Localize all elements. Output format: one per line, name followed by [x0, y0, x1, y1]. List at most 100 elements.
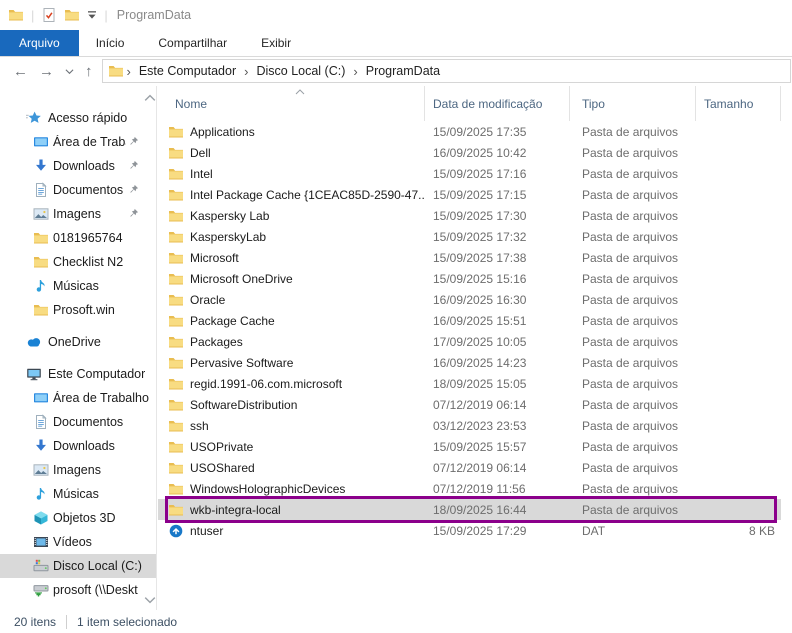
file-row-usoprivate[interactable]: USOPrivate 15/09/2025 15:57 Pasta de arqui…	[158, 436, 781, 457]
forward-icon[interactable]: →	[39, 64, 54, 79]
window-title: ProgramData	[116, 8, 192, 22]
file-type: Pasta de arquivos	[582, 229, 679, 244]
sidebar-item-label: Objetos 3D	[53, 511, 116, 525]
address-folder-icon[interactable]	[108, 63, 124, 79]
file-row-package-cache[interactable]: Package Cache 16/09/2025 15:51 Pasta de ar…	[158, 310, 781, 331]
sidebar-item-label: Checklist N2	[53, 255, 124, 269]
file-name: USOShared	[190, 460, 255, 475]
recent-locations-chevron-icon[interactable]	[65, 68, 74, 75]
sidebar-item-downloads[interactable]: Downloads	[0, 154, 156, 178]
toolbar-separator: |	[104, 7, 108, 23]
sidebar-item-label: Vídeos	[53, 535, 92, 549]
file-type: Pasta de arquivos	[582, 502, 679, 517]
folder-icon	[168, 418, 184, 434]
file-type: Pasta de arquivos	[582, 397, 679, 412]
file-type: DAT	[582, 523, 606, 538]
sidebar-item-m-sicas[interactable]: Músicas	[0, 482, 156, 506]
customize-toolbar-caret-icon[interactable]	[87, 10, 97, 20]
file-row-packages[interactable]: Packages 17/09/2025 10:05 Pasta de arquivo…	[158, 331, 781, 352]
sidebar-section-este-computador[interactable]: Este Computador	[0, 362, 156, 386]
sidebar-item-label: Área de Trabalho	[53, 135, 126, 149]
back-icon[interactable]: ←	[13, 64, 28, 79]
file-name: Microsoft OneDrive	[190, 271, 293, 286]
column-header-nome[interactable]: Nome	[158, 86, 425, 121]
sidebar-item-checklist-n2[interactable]: Checklist N2	[0, 250, 156, 274]
sidebar-item-objetos-3d[interactable]: Objetos 3D	[0, 506, 156, 530]
file-row-wkb-integra-local[interactable]: wkb-integra-local 18/09/2025 16:44 Pasta d…	[158, 496, 781, 523]
folder-icon	[168, 439, 184, 455]
folder-icon	[168, 124, 184, 140]
sidebar-scroll-down-icon[interactable]	[144, 596, 156, 604]
file-name: USOPrivate	[190, 439, 254, 454]
sidebar-item-rea-de-trabalho[interactable]: Área de Trabalho	[0, 386, 156, 410]
file-modified-date: 15/09/2025 15:16	[433, 271, 527, 286]
new-folder-icon[interactable]	[64, 7, 80, 23]
file-row-windowsholographicdevices[interactable]: WindowsHolographicDevices 07/12/2019 11:5…	[158, 478, 781, 499]
folder-icon	[168, 481, 184, 497]
file-row-usoshared[interactable]: USOShared 07/12/2019 06:14 Pasta de arquiv…	[158, 457, 781, 478]
file-row-softwaredistribution[interactable]: SoftwareDistribution 07/12/2019 06:14 Past…	[158, 394, 781, 415]
folder-icon	[33, 302, 49, 318]
file-row-dell[interactable]: Dell 16/09/2025 10:42 Pasta de arquivos	[158, 142, 781, 163]
file-row-kaspersky-lab[interactable]: Kaspersky Lab 15/09/2025 17:30 Pasta de ar…	[158, 205, 781, 226]
file-name: Dell	[190, 145, 211, 160]
column-header-tipo[interactable]: Tipo	[570, 86, 696, 121]
sidebar-item-disco-local-c[interactable]: Disco Local (C:)	[0, 554, 156, 578]
sidebar-item-documentos[interactable]: Documentos	[0, 178, 156, 202]
file-modified-date: 15/09/2025 15:57	[433, 439, 527, 454]
tab-arquivo[interactable]: Arquivo	[0, 30, 79, 56]
sidebar-item-prosoft-deskt[interactable]: prosoft (\\Deskt	[0, 578, 156, 602]
file-row-intel-package-cache-1ceac85d-2590-47[interactable]: Intel Package Cache {1CEAC85D-2590-47...…	[158, 184, 781, 205]
breadcrumb-disco-local-c[interactable]: Disco Local (C:)	[251, 64, 350, 78]
file-name: Packages	[190, 334, 243, 349]
file-row-intel[interactable]: Intel 15/09/2025 17:16 Pasta de arquivos	[158, 163, 781, 184]
sidebar-item-prosoft-win[interactable]: Prosoft.win	[0, 298, 156, 322]
document-icon	[33, 414, 49, 430]
sidebar-section-onedrive[interactable]: OneDrive	[0, 330, 156, 354]
sidebar-item-v-deos[interactable]: Vídeos	[0, 530, 156, 554]
file-row-microsoft[interactable]: Microsoft 15/09/2025 17:38 Pasta de arquiv…	[158, 247, 781, 268]
file-row-ssh[interactable]: ssh 03/12/2023 23:53 Pasta de arquivos	[158, 415, 781, 436]
file-row-applications[interactable]: Applications 15/09/2025 17:35 Pasta de arq…	[158, 121, 781, 142]
sidebar-item-label: Imagens	[53, 207, 101, 221]
folder-icon[interactable]	[8, 7, 24, 23]
sidebar-item-0181965764[interactable]: 0181965764	[0, 226, 156, 250]
address-bar[interactable]: › Este Computador › Disco Local (C:) › P…	[101, 59, 791, 83]
tab-exibir[interactable]: Exibir	[244, 30, 308, 56]
file-row-kasperskylab[interactable]: KasperskyLab 15/09/2025 17:32 Pasta de arq…	[158, 226, 781, 247]
file-modified-date: 07/12/2019 06:14	[433, 397, 527, 412]
file-row-oracle[interactable]: Oracle 16/09/2025 16:30 Pasta de arquivos	[158, 289, 781, 310]
sidebar-item-label: Downloads	[53, 439, 115, 453]
sidebar-item-documentos[interactable]: Documentos	[0, 410, 156, 434]
tab-inicio[interactable]: Início	[79, 30, 142, 56]
sidebar-item-imagens[interactable]: Imagens	[0, 202, 156, 226]
file-row-microsoft-onedrive[interactable]: Microsoft OneDrive 15/09/2025 15:16 Pasta …	[158, 268, 781, 289]
folder-icon	[33, 230, 49, 246]
file-type: Pasta de arquivos	[582, 292, 679, 307]
sidebar-item-imagens[interactable]: Imagens	[0, 458, 156, 482]
tab-compartilhar[interactable]: Compartilhar	[141, 30, 244, 56]
file-row-ntuser[interactable]: ntuser 15/09/2025 17:29 DAT 8 KB	[158, 520, 781, 541]
quick-access-icon	[26, 110, 42, 126]
pin-icon	[128, 184, 139, 195]
column-header-tamanho[interactable]: Tamanho	[696, 86, 781, 121]
column-header-data-de-modificacao[interactable]: Data de modificação	[425, 86, 570, 121]
sidebar-section-gap	[0, 322, 156, 330]
breadcrumb-este-computador[interactable]: Este Computador	[134, 64, 241, 78]
file-modified-date: 07/12/2019 11:56	[433, 481, 526, 496]
desktop-icon	[33, 390, 49, 406]
sidebar-section-acesso-r-pido[interactable]: Acesso rápido	[0, 106, 156, 130]
breadcrumb-programdata[interactable]: ProgramData	[361, 64, 445, 78]
sidebar-item-label: Músicas	[53, 279, 99, 293]
sidebar-item-downloads[interactable]: Downloads	[0, 434, 156, 458]
up-icon[interactable]: ↑	[85, 64, 93, 79]
sidebar-item-m-sicas[interactable]: Músicas	[0, 274, 156, 298]
file-row-pervasive-software[interactable]: Pervasive Software 16/09/2025 14:23 Pasta …	[158, 352, 781, 373]
file-row-regid-1991-06-com-microsoft[interactable]: regid.1991-06.com.microsoft 18/09/2025 15…	[158, 373, 781, 394]
properties-icon[interactable]	[41, 7, 57, 23]
sidebar-scroll-up-icon[interactable]	[144, 94, 156, 102]
file-modified-date: 16/09/2025 10:42	[433, 145, 527, 160]
sidebar-item-rea-de-trabalho[interactable]: Área de Trabalho	[0, 130, 156, 154]
document-icon	[33, 182, 49, 198]
breadcrumb-chevron: ›	[353, 63, 358, 79]
